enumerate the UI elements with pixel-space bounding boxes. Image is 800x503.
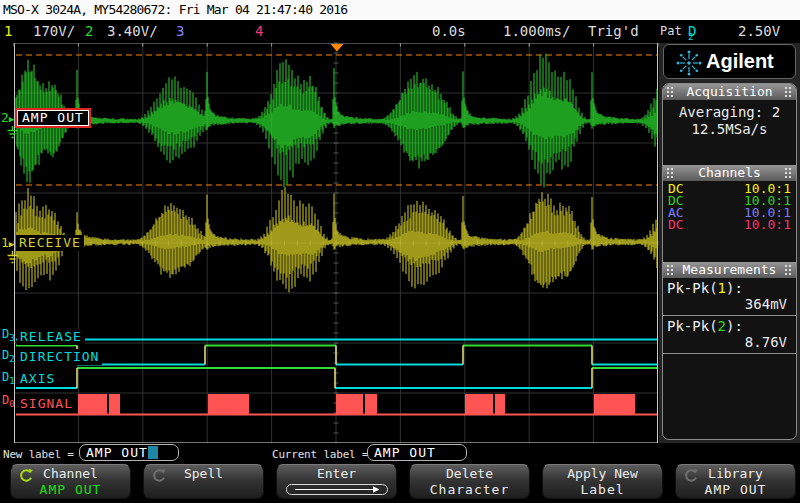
grip-icon — [784, 167, 793, 179]
acquisition-mode: Averaging: 2 — [663, 104, 796, 121]
trigger-level[interactable]: 2.50V — [738, 20, 780, 42]
label-edit-bar: New label = AMP OUT Current label = AMP … — [0, 443, 800, 464]
sample-rate: 12.5MSa/s — [663, 121, 796, 138]
text-cursor — [148, 446, 158, 459]
acquisition-panel: Averaging: 2 12.5MSa/s — [663, 100, 796, 165]
trigger-status: Trig'd — [588, 20, 639, 42]
d3-marker[interactable]: D3 — [2, 328, 15, 344]
d0-label: SIGNAL — [17, 396, 76, 412]
grip-icon — [666, 167, 675, 179]
waveform-display[interactable] — [14, 43, 658, 443]
grip-icon — [784, 264, 793, 276]
d2-label: DIRECTION — [17, 349, 102, 365]
ch4-number[interactable]: 4 — [255, 20, 263, 42]
sidebar-panels: Acquisition Averaging: 2 12.5MSa/s Chann… — [662, 83, 797, 440]
softkey-channel[interactable]: Channel AMP OUT — [10, 464, 131, 499]
channel-row-4[interactable]: DC10.0:1 — [663, 219, 796, 231]
ch1-number[interactable]: 1 — [4, 20, 12, 42]
acquisition-header[interactable]: Acquisition — [663, 84, 796, 100]
softkey-apply-new-label[interactable]: Apply New Label — [542, 464, 663, 499]
ch2-label: AMP OUT — [15, 108, 91, 128]
sidebar: Agilent Acquisition Averaging: 2 12.5MSa… — [659, 43, 800, 443]
d2-marker[interactable]: D2 — [2, 349, 15, 365]
ch1-ground-icon — [6, 251, 19, 264]
channels-header[interactable]: Channels — [663, 165, 796, 181]
measurement-1-value: 364mV — [663, 296, 796, 315]
measurement-2-name[interactable]: Pk-Pk(2): — [663, 316, 796, 334]
ch2-scale[interactable]: 3.40V/ — [107, 20, 158, 42]
ch1-marker[interactable]: 1▶ — [1, 236, 14, 251]
softkey-delete-character[interactable]: Delete Character — [409, 464, 530, 499]
ch3-number[interactable]: 3 — [176, 20, 184, 42]
rotary-knob-icon — [18, 468, 34, 484]
grip-icon — [666, 86, 675, 98]
softkey-enter[interactable]: Enter — [276, 464, 397, 499]
measurement-2-value: 8.76V — [663, 334, 796, 353]
d1-marker[interactable]: D1 — [2, 371, 15, 387]
ch1-scale[interactable]: 170V/ — [33, 20, 75, 42]
trigger-mode[interactable]: Pat — [660, 20, 682, 42]
new-label-caption: New label = — [3, 448, 74, 461]
measurement-1-name[interactable]: Pk-Pk(1): — [663, 278, 796, 296]
softkey-library[interactable]: Library AMP OUT — [675, 464, 796, 499]
grip-icon — [784, 86, 793, 98]
current-label-display: AMP OUT — [367, 444, 467, 461]
d0-marker[interactable]: D0 — [2, 394, 15, 410]
new-label-input[interactable]: AMP OUT — [79, 444, 179, 461]
ch2-marker[interactable]: 2▶ — [1, 111, 14, 126]
d3-label: RELEASE — [17, 329, 85, 345]
current-label-caption: Current label = — [272, 448, 368, 461]
softkey-spell[interactable]: Spell — [143, 464, 264, 499]
rotary-knob-icon — [151, 468, 167, 484]
enter-arrow-icon — [286, 484, 388, 495]
agilent-spark-icon — [675, 48, 703, 78]
ch1-label: RECEIVE — [16, 235, 84, 251]
measurements-header[interactable]: Measurements — [663, 262, 796, 278]
title-bar: MSO-X 3024A, MY54280672: Fri Mar 04 21:4… — [0, 0, 800, 20]
rotary-knob-icon — [683, 468, 699, 484]
status-bar: 1 170V/ 2 3.40V/ 3 4 0.0s 1.000ms/ Trig'… — [0, 20, 800, 43]
channels-panel: DC10.0:1 DC10.0:1 AC10.0:1 DC10.0:1 — [663, 181, 796, 262]
timebase[interactable]: 1.000ms/ — [503, 20, 570, 42]
grip-icon — [666, 264, 675, 276]
time-reference[interactable]: 0.0s — [432, 20, 466, 42]
d1-label: AXIS — [17, 371, 58, 387]
ch2-number[interactable]: 2 — [85, 20, 93, 42]
brand-logo-box: Agilent — [663, 44, 796, 79]
brand-name: Agilent — [706, 50, 774, 73]
measurements-panel: Pk-Pk(1): 364mV Pk-Pk(2): 8.76V — [663, 278, 796, 354]
